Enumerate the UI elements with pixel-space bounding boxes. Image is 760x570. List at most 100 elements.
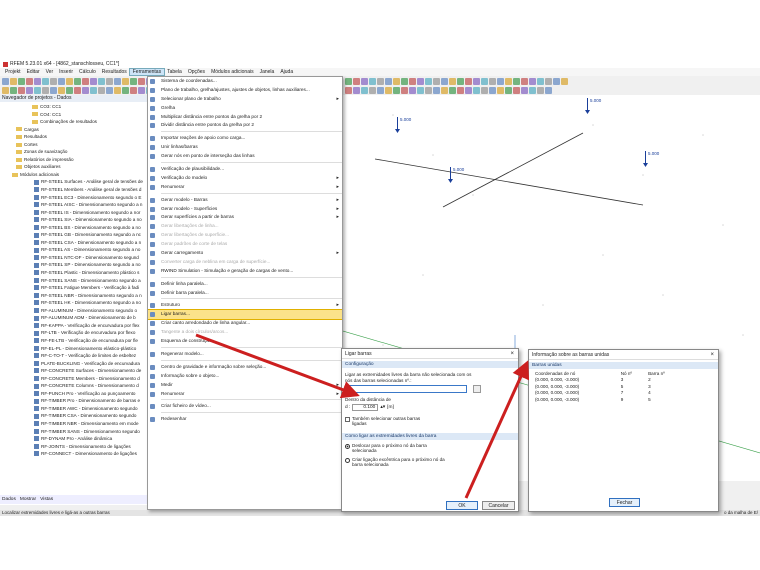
distance-input[interactable]: 0.100 [352,403,379,411]
tree-item[interactable]: Objetos auxiliares [0,163,147,171]
tree-item[interactable]: RF-CONCRETE Surfaces - Dimensionamento d… [0,367,147,375]
menu-item[interactable]: Importar reações de apoio como carga... [148,134,342,143]
toolbar-icon[interactable] [377,87,384,94]
toolbar-icon[interactable] [98,87,105,94]
toolbar-icon[interactable] [50,78,57,85]
menu-item[interactable]: Redesenhar [148,415,342,424]
toolbar-icon[interactable] [377,78,384,85]
toolbar-icon[interactable] [545,87,552,94]
tree-item[interactable]: RF-STEEL IS - Dimensionamento segundo a … [0,209,147,217]
toolbar-icon[interactable] [345,78,352,85]
toolbar-icon[interactable] [26,78,33,85]
tree-item[interactable]: RF-TIMBER CSA - Dimensionamento segundo [0,412,147,420]
toolbar-icon[interactable] [457,87,464,94]
menu-6[interactable]: Ferramentas [128,68,166,76]
toolbar-icon[interactable] [529,87,536,94]
toolbar-icon[interactable] [18,78,25,85]
tree-item[interactable]: RF-STEEL NTC-DF - Dimensionamento segund [0,254,147,262]
navigator-tab[interactable]: Vistas [40,497,53,502]
tree-item[interactable]: RF-TIMBER Pro - Dimensionamento de barra… [0,397,147,405]
toolbar-icon[interactable] [122,87,129,94]
toolbar-icon[interactable] [138,78,145,85]
menu-3[interactable]: Inserir [56,69,76,75]
toolbar-icon[interactable] [433,78,440,85]
menu-2[interactable]: Ver [43,69,57,75]
toolbar-icon[interactable] [465,87,472,94]
tree-item[interactable]: CO4: CC1 [0,111,147,119]
tree-item[interactable]: Relatórios de impressão [0,156,147,164]
menu-9[interactable]: Módulos adicionais [208,69,257,75]
tree-item[interactable]: RF-STEEL AISC - Dimensionamento segundo … [0,201,147,209]
menu-item[interactable]: Renumerar ▸ [148,183,342,192]
toolbar-icon[interactable] [58,87,65,94]
tree-item[interactable]: RF-STEEL EC3 - Dimensionamento segundo o… [0,194,147,202]
tree-item[interactable]: RF-STEEL BS - Dimensionamento segundo a … [0,224,147,232]
toolbar-icon[interactable] [441,78,448,85]
ok-button[interactable]: OK [446,501,478,510]
toolbar-icon[interactable] [473,78,480,85]
toolbar-icon[interactable] [114,87,121,94]
toolbar-icon[interactable] [513,87,520,94]
toolbar-icon[interactable] [409,87,416,94]
menu-item[interactable]: Tangente a dois círculos/arcos... [148,328,342,337]
tree-item[interactable]: Módulos adicionais [0,171,147,179]
toolbar-icon[interactable] [10,87,17,94]
tree-item[interactable]: RF-STEEL HK - Dimensionamento segundo a … [0,299,147,307]
tree-item[interactable]: Cortes [0,141,147,149]
menu-item[interactable]: Regenerar modelo... [148,350,342,359]
toolbar-icon[interactable] [497,87,504,94]
toolbar-icon[interactable] [545,78,552,85]
tree-item[interactable]: RF-PUNCH Pro - Verificação ao punçoament… [0,390,147,398]
tree-item[interactable]: RF-STEEL CSA - Dimensionamento segundo a… [0,239,147,247]
menu-item[interactable]: Informação sobre o objeto... [148,372,342,381]
toolbar-icon[interactable] [58,78,65,85]
toolbar-icon[interactable] [505,78,512,85]
tree-item[interactable]: PLATE-BUCKLING - Verificação de encurvad… [0,360,147,368]
toolbar-icon[interactable] [361,87,368,94]
toolbar-icon[interactable] [114,78,121,85]
toolbar-icon[interactable] [401,87,408,94]
toolbar-icon[interactable] [385,78,392,85]
select-members-icon[interactable] [473,385,481,393]
tree-item[interactable]: RF-CONNECT - Dimensionamento de ligações [0,450,147,458]
menu-item[interactable]: Gerar carregamento ▸ [148,249,342,258]
toolbar-icon[interactable] [489,78,496,85]
menu-item[interactable]: Medir ▸ [148,381,342,390]
toolbar-icon[interactable] [34,78,41,85]
menu-8[interactable]: Opções [185,69,208,75]
toolbar-icon[interactable] [449,78,456,85]
menu-item[interactable]: Definir linha paralela... [148,280,342,289]
menu-7[interactable]: Tabela [164,69,185,75]
cancel-button[interactable]: Cancelar [482,501,515,510]
navigator-tab[interactable]: Mostrar [20,497,36,502]
menu-item[interactable]: RWIND Simulation - Simulação e geração d… [148,267,342,276]
toolbar-icon[interactable] [417,87,424,94]
menu-item[interactable]: Estruturo ▸ [148,301,342,310]
toolbar-icon[interactable] [345,87,352,94]
menu-item[interactable]: Centro de gravidade e informação sobre s… [148,363,342,372]
menu-item[interactable]: Gerar libertações de superfície... [148,231,342,240]
toolbar-icon[interactable] [138,87,145,94]
menu-item[interactable]: Ligar barras... [148,309,342,321]
toolbar-icon[interactable] [353,87,360,94]
menu-item[interactable]: Renumerar ▸ [148,390,342,399]
also-select-checkbox[interactable] [345,416,350,422]
toolbar-icon[interactable] [561,78,568,85]
tree-item[interactable]: RF-STEEL SIA - Dimensionamento segundo a… [0,216,147,224]
close-icon[interactable]: × [710,350,714,360]
tree-item[interactable]: RF-STEEL SANS - Dimensionamento segundo … [0,277,147,285]
toolbar-icon[interactable] [82,78,89,85]
toolbar-icon[interactable] [369,78,376,85]
toolbar-icon[interactable] [465,78,472,85]
menu-item[interactable]: Unir linhas/barras [148,143,342,152]
tree-item[interactable]: RF-CONCRETE Members - Dimensionamento d [0,375,147,383]
toolbar-icon[interactable] [369,87,376,94]
toolbar-icon[interactable] [130,87,137,94]
menu-item[interactable]: Verificação de plausibilidade... [148,165,342,174]
tree-item[interactable]: RF-ALUMINUM ADM - Dimensionamento de b [0,314,147,322]
menu-item[interactable]: Gerar superfícies a partir de barras ▸ [148,213,342,222]
toolbar-icon[interactable] [74,87,81,94]
toolbar-icon[interactable] [481,87,488,94]
menu-item[interactable]: Criar canto arredondado de linha angular… [148,319,342,328]
menu-item[interactable]: Criar ficheiro de vídeo... [148,402,342,411]
